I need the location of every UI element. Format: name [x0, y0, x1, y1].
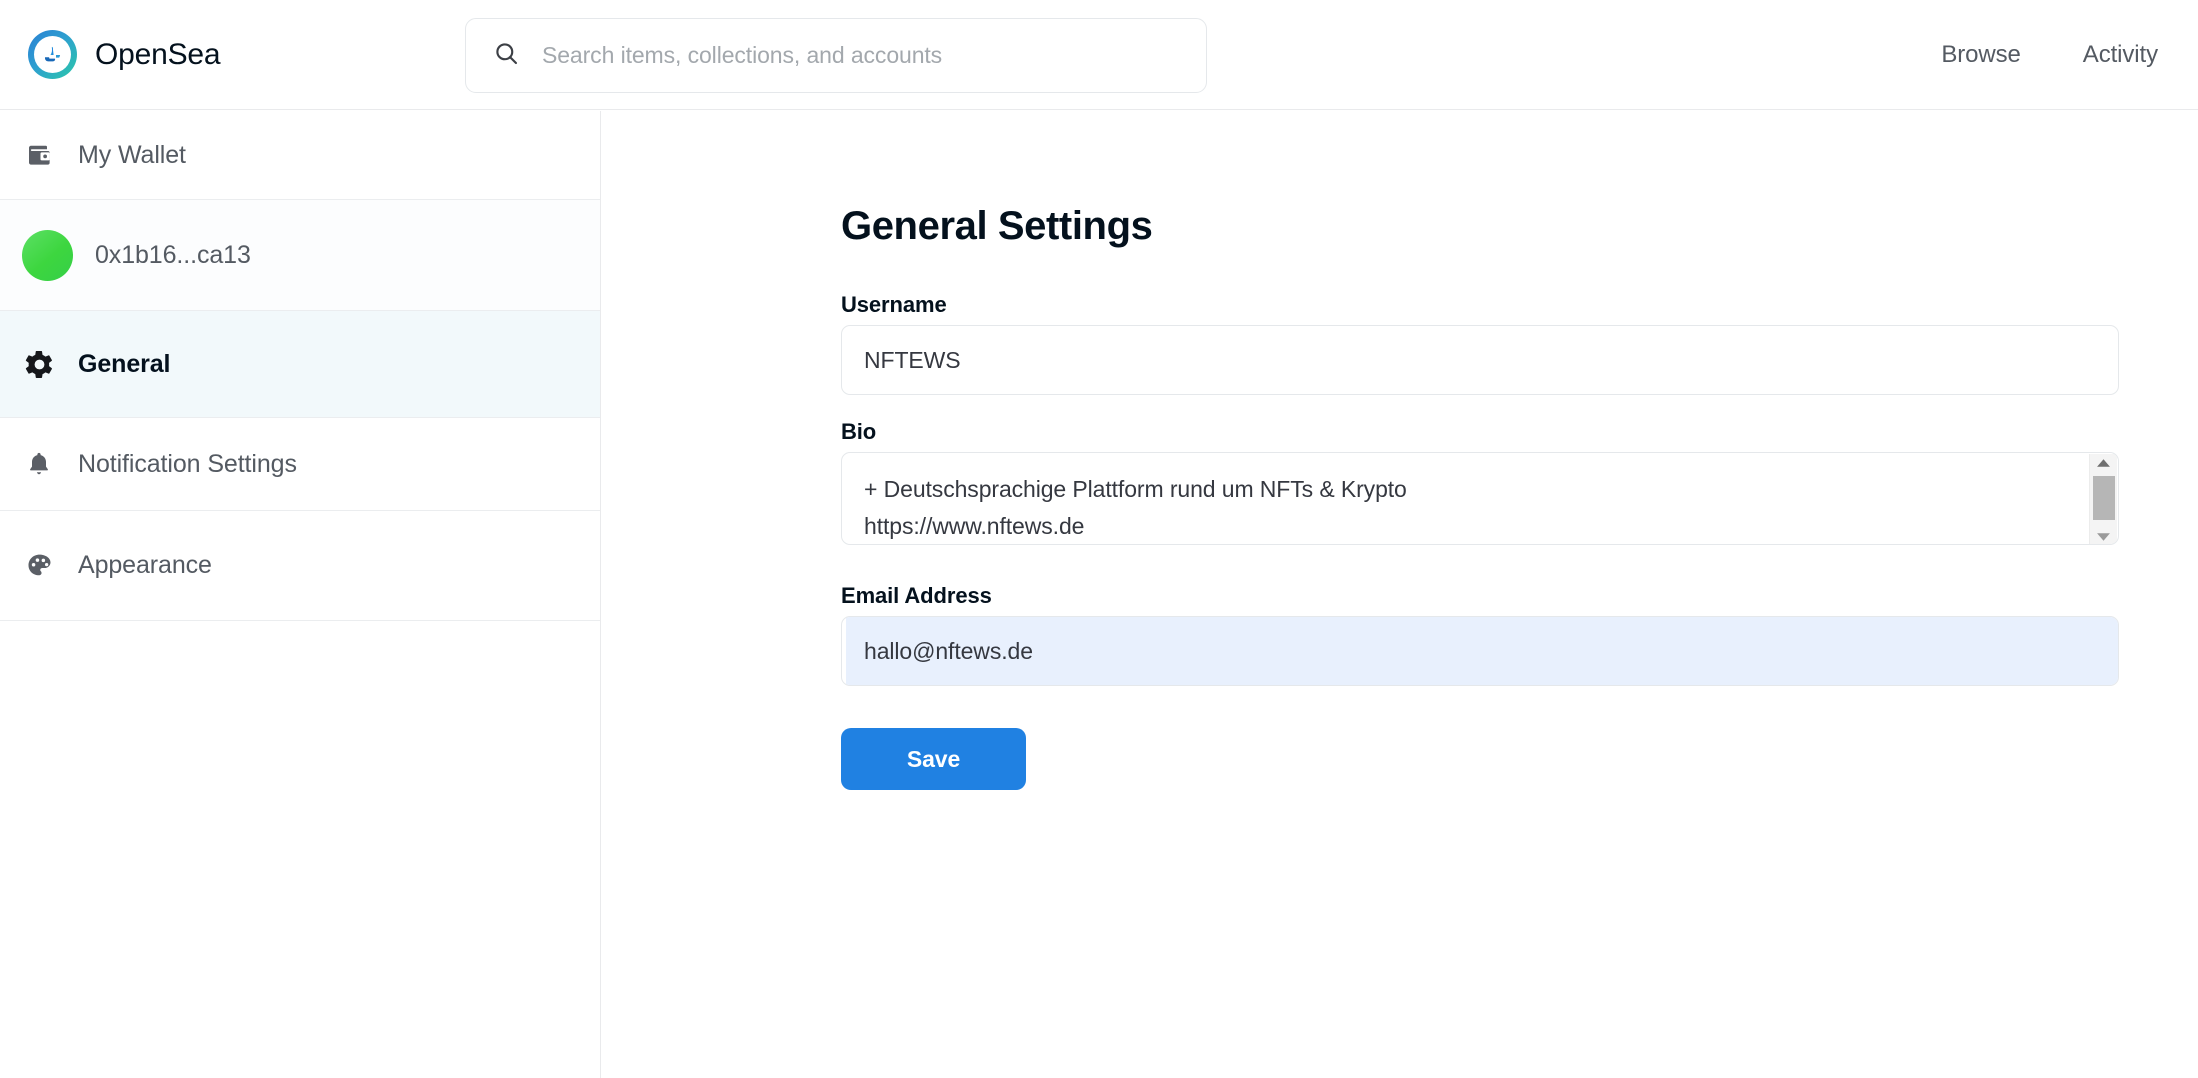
wallet-icon	[22, 138, 56, 172]
page-title: General Settings	[841, 204, 1153, 248]
header-nav: Browse Activity	[1941, 0, 2158, 110]
bio-scrollbar[interactable]	[2089, 454, 2118, 544]
search-placeholder: Search items, collections, and accounts	[542, 42, 943, 68]
sidebar-item-appearance[interactable]: Appearance	[0, 511, 600, 621]
scrollbar-thumb[interactable]	[2093, 476, 2115, 520]
brand-logo-link[interactable]: OpenSea	[28, 30, 221, 79]
email-value: hallo@nftews.de	[864, 637, 1033, 664]
caret-down-icon[interactable]	[2090, 528, 2118, 544]
palette-icon	[22, 549, 56, 583]
settings-sidebar: My Wallet 0x1b16...ca13 General Notifica…	[0, 111, 601, 1078]
email-input[interactable]: hallo@nftews.de	[841, 616, 2119, 686]
brand-name: OpenSea	[95, 37, 221, 71]
caret-up-icon[interactable]	[2090, 454, 2118, 471]
save-button[interactable]: Save	[841, 728, 1026, 790]
nav-link-browse[interactable]: Browse	[1941, 41, 2021, 69]
username-input[interactable]: NFTEWS	[841, 325, 2119, 395]
sidebar-item-account[interactable]: 0x1b16...ca13	[0, 200, 600, 311]
sidebar-item-my-wallet[interactable]: My Wallet	[0, 111, 600, 200]
sidebar-item-label: Appearance	[78, 551, 212, 579]
bio-label: Bio	[841, 419, 877, 444]
nav-link-activity[interactable]: Activity	[2083, 41, 2158, 69]
search-input[interactable]: Search items, collections, and accounts	[465, 18, 1207, 93]
sidebar-item-label: My Wallet	[78, 140, 186, 169]
bio-value: + Deutschsprachige Plattform rund um NFT…	[864, 476, 1407, 539]
top-header: OpenSea Search items, collections, and a…	[0, 0, 2198, 110]
search-icon	[493, 40, 520, 72]
bell-icon	[22, 447, 56, 481]
sidebar-item-general[interactable]: General	[0, 311, 600, 418]
avatar	[22, 229, 73, 281]
sidebar-item-label: 0x1b16...ca13	[95, 240, 251, 269]
username-value: NFTEWS	[864, 346, 961, 373]
settings-main-panel: General Settings Username NFTEWS Bio + D…	[602, 111, 2198, 1078]
username-label: Username	[841, 292, 947, 317]
sidebar-item-notification-settings[interactable]: Notification Settings	[0, 418, 600, 511]
opensea-sailboat-logo-icon	[28, 30, 77, 79]
sidebar-item-label: General	[78, 349, 171, 378]
sidebar-item-label: Notification Settings	[78, 449, 297, 478]
bio-textarea[interactable]: + Deutschsprachige Plattform rund um NFT…	[841, 452, 2119, 545]
gear-icon	[22, 347, 56, 381]
email-autofill-background: hallo@nftews.de	[846, 617, 2118, 685]
email-label: Email Address	[841, 583, 992, 608]
